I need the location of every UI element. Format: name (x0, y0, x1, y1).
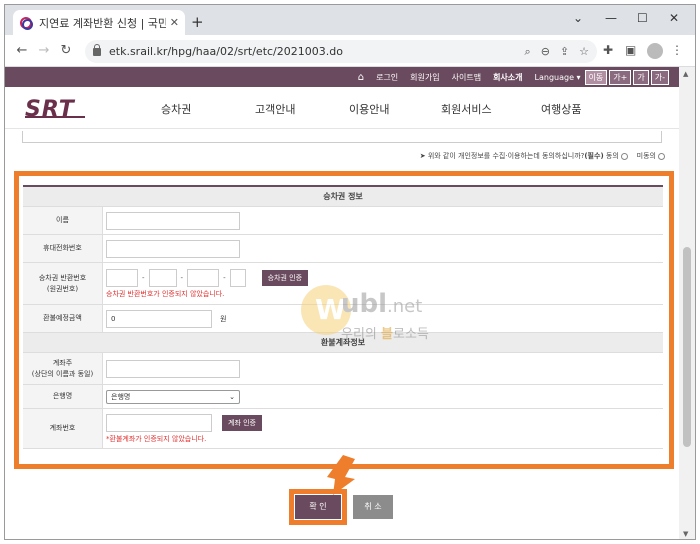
browser-window: 지연료 계좌반환 신청 | 국민철도 ✕ + ⌄ — ☐ ✕ ← → ↻ etk… (4, 4, 696, 540)
tab-bar: 지연료 계좌반환 신청 | 국민철도 ✕ + ⌄ — ☐ ✕ (5, 5, 695, 35)
bookmark-star-icon[interactable]: ☆ (579, 45, 589, 58)
address-bar: ← → ↻ etk.srail.kr/hpg/haa/02/srt/etc/20… (5, 35, 695, 67)
disagree-label: 미동의 (636, 152, 656, 160)
back-icon[interactable]: ← (11, 43, 33, 58)
nav-item-usage[interactable]: 이용안내 (349, 101, 389, 117)
url-text: etk.srail.kr/hpg/haa/02/srt/etc/2021003.… (109, 45, 343, 58)
tab-close-icon[interactable]: ✕ (170, 16, 179, 29)
agree-label: 동의 (605, 152, 619, 160)
cancel-button[interactable]: 취 소 (353, 495, 393, 519)
side-panel-icon[interactable]: ▣ (625, 43, 636, 57)
language-go-button[interactable]: 이동 (584, 69, 608, 85)
watermark-tag-3: 로소득 (392, 327, 429, 342)
font-increase-button[interactable]: 가+ (609, 69, 632, 85)
watermark-domain: .net (387, 296, 423, 317)
nav-item-member[interactable]: 회원서비스 (441, 101, 492, 117)
extensions-icon[interactable]: ✚ (603, 43, 613, 57)
search-icon[interactable]: ⌕ (525, 45, 531, 59)
login-link[interactable]: 로그인 (376, 72, 398, 83)
share-icon[interactable]: ⇪ (560, 45, 569, 58)
nav-item-customer[interactable]: 고객안내 (255, 101, 295, 117)
consent-arrow-icon: ➤ (419, 152, 428, 160)
forward-icon[interactable]: → (33, 43, 55, 58)
privacy-consent: ➤ 위와 같이 개인정보를 수집·이용하는데 동의하십니까?(필수) 동의 미동… (420, 151, 665, 161)
privacy-terms-box (22, 131, 662, 143)
lock-icon (93, 43, 101, 56)
new-tab-button[interactable]: + (191, 13, 204, 31)
agree-radio[interactable] (620, 152, 628, 160)
reload-icon[interactable]: ↻ (55, 43, 77, 58)
close-window-button[interactable]: ✕ (669, 11, 679, 25)
scrollbar-thumb[interactable] (683, 247, 691, 447)
srt-logo[interactable]: SRT (25, 97, 85, 122)
url-field[interactable]: etk.srail.kr/hpg/haa/02/srt/etc/2021003.… (85, 40, 597, 63)
maximize-button[interactable]: ☐ (637, 11, 648, 25)
page-scrollbar[interactable]: ▲ ▼ (679, 67, 695, 539)
main-nav: SRT 승차권 고객안내 이용안내 회원서비스 여행상품 (5, 87, 679, 129)
watermark-brand-name: ubl (341, 289, 388, 319)
zoom-icon[interactable]: ⊖ (541, 45, 550, 58)
tab-title: 지연료 계좌반환 신청 | 국민철도 (39, 16, 166, 30)
nav-item-travel[interactable]: 여행상품 (541, 101, 581, 117)
language-select[interactable]: Language ▾ (535, 73, 581, 82)
font-normal-button[interactable]: 가 (633, 69, 649, 85)
srt-favicon-icon (19, 16, 33, 30)
scroll-down-icon[interactable]: ▼ (683, 530, 688, 538)
tab-search-icon[interactable]: ⌄ (573, 11, 583, 25)
watermark-tagline: 우리의 블로소득 (341, 323, 429, 342)
menu-kebab-icon[interactable]: ⋮ (671, 43, 683, 57)
sitemap-link[interactable]: 사이트맵 (452, 72, 481, 83)
profile-avatar[interactable] (647, 43, 663, 59)
wubl-watermark: W ubl.net 우리의 블로소득 (301, 285, 461, 355)
nav-item-tickets[interactable]: 승차권 (161, 101, 191, 117)
consent-text: 위와 같이 개인정보를 수집·이용하는데 동의하십니까? (427, 152, 585, 160)
watermark-brand: ubl.net (341, 289, 422, 319)
web-page: ⌂ 로그인 회원가입 사이트맵 회사소개 Language ▾ 이동 가+ 가 … (5, 67, 679, 539)
watermark-tag-1: 우리의 (341, 327, 382, 342)
join-link[interactable]: 회원가입 (410, 72, 439, 83)
confirm-button[interactable]: 확 인 (295, 495, 341, 519)
scroll-up-icon[interactable]: ▲ (683, 70, 688, 78)
browser-tab[interactable]: 지연료 계좌반환 신청 | 국민철도 ✕ (13, 10, 185, 35)
utility-nav: ⌂ 로그인 회원가입 사이트맵 회사소개 Language ▾ 이동 가+ 가 … (5, 67, 679, 87)
font-decrease-button[interactable]: 가- (650, 69, 669, 85)
company-link[interactable]: 회사소개 (493, 72, 522, 83)
watermark-tag-2: 블 (381, 327, 393, 342)
disagree-radio[interactable] (658, 152, 665, 160)
consent-required: (필수) (584, 152, 604, 160)
minimize-button[interactable]: — (605, 11, 617, 25)
home-icon[interactable]: ⌂ (358, 72, 364, 83)
